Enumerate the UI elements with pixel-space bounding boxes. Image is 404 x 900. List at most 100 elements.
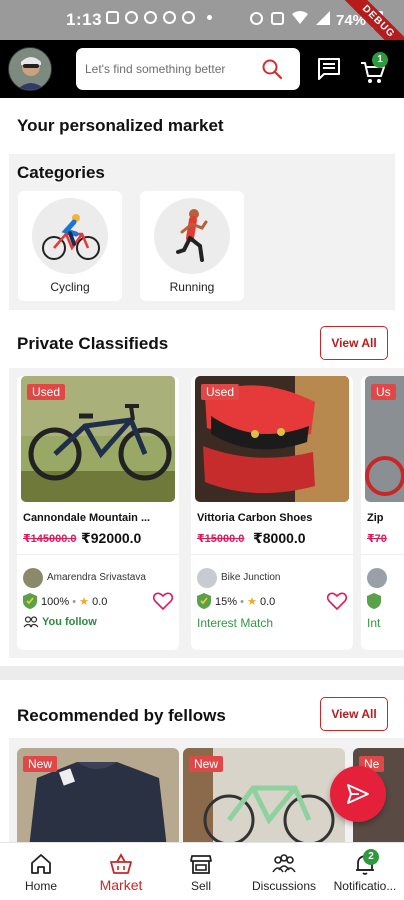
used-tag: Us	[371, 384, 396, 400]
divider	[17, 554, 179, 555]
new-tag: New	[189, 756, 224, 772]
status-time: 1:13	[66, 10, 103, 29]
recommended-card[interactable]: New	[17, 748, 179, 842]
nav-label: Discussions	[251, 879, 317, 893]
recommended-view-all-button[interactable]: View All	[320, 697, 388, 731]
nav-market[interactable]: Market	[82, 843, 160, 900]
private-classifieds-title: Private Classifieds	[17, 334, 169, 353]
cart-count-badge: 1	[372, 52, 388, 68]
nav-discussions[interactable]: Discussions	[242, 843, 326, 900]
wifi-icon	[292, 11, 308, 24]
status-bar: 1:13 74% DEBUG	[0, 0, 404, 71]
divider	[0, 310, 404, 324]
product-image: Used	[21, 376, 175, 502]
gallery-icon	[106, 11, 119, 24]
nav-label: Market	[99, 877, 143, 893]
trust-score: 15%	[215, 596, 238, 608]
divider	[191, 554, 353, 555]
recommended-card[interactable]: New	[183, 748, 345, 842]
product-image: Us	[365, 376, 404, 502]
search-input[interactable]	[85, 59, 255, 79]
seller-avatar[interactable]	[23, 568, 43, 588]
rating-value: 0.0	[259, 596, 276, 608]
category-card-cycling[interactable]: Cycling	[18, 191, 122, 301]
alarm-icon	[250, 11, 263, 25]
notification-count-badge: 2	[363, 849, 379, 865]
product-image: Used	[195, 376, 349, 502]
nav-notifications[interactable]: 2 Notificatio...	[326, 843, 404, 900]
bottom-navigation: Home Market Sell Discussions 2 Notificat…	[0, 842, 404, 900]
private-classifieds-view-all-button[interactable]: View All	[320, 326, 388, 360]
classified-card[interactable]: Used Cannondale Mountain ... ₹145000.0 ₹…	[17, 376, 179, 650]
category-card-running[interactable]: Running	[140, 191, 244, 301]
original-price: ₹70	[367, 533, 387, 545]
market-content[interactable]: Your personalized market Categories Cycl…	[0, 98, 404, 842]
search-icon[interactable]	[260, 57, 284, 81]
notification-icons	[106, 11, 212, 24]
product-name: Zip	[367, 512, 384, 524]
private-classifieds-list[interactable]: Used Cannondale Mountain ... ₹145000.0 ₹…	[9, 368, 404, 658]
home-icon	[31, 854, 51, 874]
seller-name[interactable]: Bike Junction	[221, 572, 280, 583]
app-icon	[144, 11, 157, 24]
discussions-group-icon	[272, 854, 296, 873]
facebook-icon	[163, 11, 176, 24]
market-basket-icon	[110, 853, 132, 874]
avatar-image	[9, 48, 51, 90]
interest-match-label: Interest Match	[197, 616, 274, 630]
sale-price: ₹92000.0	[81, 530, 142, 546]
category-label: Running	[169, 280, 215, 294]
chat-icon[interactable]	[316, 57, 342, 81]
classified-card[interactable]: Us Zip ₹70 Int	[361, 376, 404, 650]
product-name: Vittoria Carbon Shoes	[197, 512, 313, 524]
search-bar[interactable]	[76, 48, 300, 90]
nav-home[interactable]: Home	[0, 843, 82, 900]
trust-rating: 100% • ★ 0.0	[41, 596, 108, 608]
sale-price: ₹8000.0	[253, 530, 306, 546]
follow-label: You follow	[42, 616, 97, 628]
new-tag: New	[23, 756, 58, 772]
profile-avatar[interactable]	[8, 47, 52, 91]
follow-status: You follow	[23, 616, 97, 628]
used-tag: Used	[27, 384, 66, 400]
send-icon	[347, 784, 369, 804]
seller-avatar[interactable]	[197, 568, 217, 588]
trust-shield-icon	[197, 593, 211, 609]
divider	[361, 554, 404, 555]
nav-sell[interactable]: Sell	[160, 843, 242, 900]
nav-label: Sell	[190, 879, 211, 893]
recommended-title: Recommended by fellows	[17, 706, 226, 725]
star-icon: ★	[247, 596, 257, 608]
nav-label: Home	[24, 879, 57, 893]
send-fab-button[interactable]	[330, 766, 386, 822]
categories-panel: Categories Cycling Running	[9, 154, 395, 310]
page-title: Your personalized market	[17, 116, 224, 135]
categories-title: Categories	[17, 163, 105, 182]
original-price: ₹15000.0	[197, 533, 245, 545]
cart-button[interactable]: 1	[360, 52, 390, 84]
section-divider	[0, 666, 404, 680]
trust-rating: 15% • ★ 0.0	[215, 596, 276, 608]
cyclist-icon	[42, 214, 100, 260]
nav-label: Notificatio...	[333, 879, 397, 893]
system-icons	[250, 11, 330, 25]
classified-card[interactable]: Used Vittoria Carbon Shoes ₹15000.0 ₹800…	[191, 376, 353, 650]
heart-icon[interactable]	[327, 592, 347, 610]
more-notifications-dot	[207, 15, 212, 20]
trust-shield-icon	[23, 593, 37, 609]
rating-value: 0.0	[92, 596, 108, 608]
seller-name[interactable]: Amarendra Srivastava	[47, 572, 146, 583]
data-icon	[271, 11, 284, 25]
used-tag: Used	[201, 384, 240, 400]
heart-icon[interactable]	[153, 592, 173, 610]
original-price: ₹145000.0	[23, 533, 77, 545]
shop-icon	[190, 855, 212, 874]
seller-avatar[interactable]	[367, 568, 387, 588]
category-image	[154, 198, 230, 274]
runner-icon	[176, 209, 208, 262]
trust-score: 100%	[41, 596, 70, 608]
category-image	[32, 198, 108, 274]
trust-shield-icon	[367, 593, 381, 609]
telegram-icon	[125, 11, 138, 24]
people-icon	[23, 616, 39, 628]
